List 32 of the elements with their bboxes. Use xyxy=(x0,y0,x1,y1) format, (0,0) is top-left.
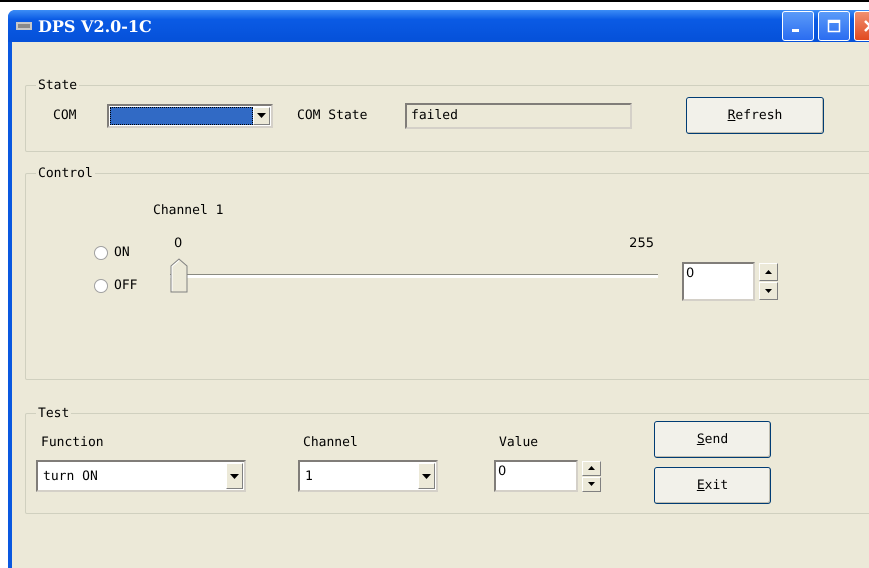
channel-dropdown[interactable]: 1 xyxy=(298,460,438,492)
channel-label: Channel xyxy=(303,435,359,450)
window-title: DPS V2.0-1C xyxy=(38,16,152,36)
channel-title: Channel 1 xyxy=(153,203,224,218)
group-label: Test xyxy=(37,406,70,421)
app-icon xyxy=(16,22,32,30)
value-label: Value xyxy=(499,435,540,450)
minimize-button[interactable] xyxy=(782,11,814,41)
send-button[interactable]: Send xyxy=(654,421,771,458)
group-label: Control xyxy=(37,166,94,181)
value-field[interactable]: 0 xyxy=(682,262,755,301)
minimize-icon xyxy=(792,28,799,32)
maximize-icon xyxy=(827,19,841,33)
exit-button[interactable]: Exit xyxy=(654,467,771,504)
com-dropdown[interactable] xyxy=(107,104,273,128)
slider-min-label: 0 xyxy=(174,236,182,251)
slider-max-label: 255 xyxy=(629,236,654,251)
group-label: State xyxy=(37,78,78,93)
slider-thumb[interactable] xyxy=(170,258,188,293)
spin-buttons[interactable] xyxy=(582,460,601,492)
slider-track[interactable] xyxy=(170,258,658,293)
com-state-label: COM State xyxy=(297,108,368,123)
com-label: COM xyxy=(53,108,78,123)
function-label: Function xyxy=(41,435,105,450)
radio-button[interactable]: OFF xyxy=(94,278,138,293)
refresh-button[interactable]: Refresh xyxy=(686,97,824,134)
value-field[interactable]: 0 xyxy=(494,460,578,492)
radio-button[interactable]: ON xyxy=(94,245,130,260)
function-dropdown[interactable]: turn ON xyxy=(36,460,246,492)
spin-buttons[interactable] xyxy=(759,263,778,300)
com-state-field: failed xyxy=(405,102,632,128)
maximize-button[interactable] xyxy=(818,11,850,41)
